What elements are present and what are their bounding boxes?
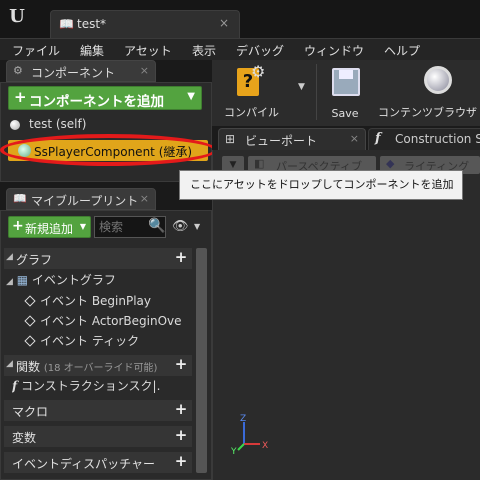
event-diamond-icon (24, 335, 36, 347)
event-diamond-icon (24, 315, 36, 327)
components-icon: ⚙ (13, 64, 23, 77)
save-button[interactable]: Save (316, 62, 374, 122)
add-function-button[interactable]: + (174, 357, 188, 372)
graphs-section[interactable]: ◢ グラフ + (4, 248, 192, 269)
compile-button[interactable]: ? ⚙ コンパイル (220, 62, 290, 122)
menu-view[interactable]: 表示 (192, 42, 216, 59)
variables-section[interactable]: 変数 + (4, 426, 192, 447)
section-label: 変数 (12, 431, 37, 445)
component-item-label: test (self) (29, 117, 87, 131)
collapse-triangle-icon: ◢ (6, 252, 13, 262)
event-actor-begin-overlap[interactable]: イベント ActorBeginOve (18, 312, 188, 332)
functions-label: 関数 (16, 360, 41, 374)
menu-window[interactable]: ウィンドウ (304, 42, 364, 59)
tab-construction-script[interactable]: f Construction Sc (368, 128, 480, 150)
menu-edit[interactable]: 編集 (80, 42, 104, 59)
scrollbar[interactable] (196, 248, 207, 473)
magnifier-icon (424, 66, 452, 94)
my-blueprint-panel-tab[interactable]: 📖 マイブループリント × (6, 188, 156, 210)
sphere-icon (10, 120, 20, 130)
component-item-self[interactable]: test (self) (8, 116, 208, 134)
viewport-tab-label: ビューポート (245, 134, 318, 148)
add-component-label: コンポーネントを追加 (29, 94, 164, 110)
new-add-label: 新規追加 (25, 222, 74, 236)
construction-tab-label: Construction Sc (395, 132, 480, 146)
content-browser-label: コンテンツブラウザ (378, 106, 477, 119)
my-blueprint-title: マイブループリント (31, 194, 139, 208)
tab-viewport[interactable]: ⊞ ビューポート × (218, 128, 366, 150)
chevron-down-icon[interactable]: ▼ (194, 222, 200, 231)
blueprint-book-icon: 📖 (13, 192, 27, 205)
viewport-icon: ⊞ (225, 132, 236, 146)
chevron-down-icon[interactable]: ▼ (298, 82, 305, 92)
gear-icon: ⚙ (251, 62, 266, 81)
function-icon: ƒ (12, 379, 18, 393)
components-panel-title: コンポーネント (31, 66, 116, 80)
event-graph-label: イベントグラフ (31, 273, 116, 287)
z-axis-label: Z (240, 414, 246, 424)
menu-help[interactable]: ヘルプ (384, 42, 420, 59)
unreal-logo-icon: U (9, 6, 25, 27)
axis-gizmo: Z X Y (230, 414, 268, 455)
content-browser-button[interactable]: コンテンツブラウザ (376, 62, 480, 122)
graph-icon: ▦ (16, 273, 29, 287)
document-tab[interactable]: 📖 test* × (50, 10, 240, 38)
add-component-button[interactable]: + コンポーネントを追加 ▼ (8, 86, 202, 110)
functions-count: (18 オーバーライド可能) (43, 363, 158, 374)
section-label: イベントディスパッチャー (12, 457, 156, 471)
x-axis-label: X (262, 441, 268, 451)
construction-script-label: コンストラクションスク|. (21, 379, 161, 393)
event-dispatchers-section[interactable]: イベントディスパッチャー + (4, 452, 192, 473)
section-label: 関数 (18 オーバーライド可能) (16, 358, 157, 375)
event-label: イベント ActorBeginOve (40, 314, 182, 328)
lighting-icon: ◆ (386, 157, 395, 170)
compile-label: コンパイル (224, 106, 279, 119)
chevron-down-icon: ▼ (79, 222, 86, 231)
chevron-down-icon: ▼ (187, 91, 195, 102)
menu-file[interactable]: ファイル (12, 42, 60, 59)
blueprint-book-icon: 📖 (59, 17, 74, 31)
construction-script-item[interactable]: ƒ コンストラクションスク|. (12, 377, 182, 397)
add-variable-button[interactable]: + (174, 428, 188, 443)
highlight-ellipse (0, 134, 217, 166)
y-axis-line (237, 443, 245, 451)
close-icon[interactable]: × (140, 64, 149, 77)
search-icon[interactable]: 🔍 (148, 218, 165, 234)
event-begin-play[interactable]: イベント BeginPlay (18, 292, 188, 312)
plus-icon: + (14, 88, 27, 106)
event-label: イベント ティック (40, 334, 140, 348)
document-tab-label: test* (77, 17, 107, 31)
add-graph-button[interactable]: + (174, 250, 188, 265)
drop-hint-tooltip: ここにアセットをドロップしてコンポーネントを追加 (179, 170, 463, 200)
close-icon[interactable]: × (219, 16, 229, 30)
new-add-button[interactable]: + 新規追加 ▼ (8, 216, 91, 238)
plus-icon: + (12, 218, 24, 234)
save-icon (332, 68, 360, 96)
section-label: グラフ (16, 253, 53, 267)
section-label: マクロ (12, 405, 49, 419)
event-tick[interactable]: イベント ティック (18, 332, 188, 352)
event-graph-item[interactable]: ◢ ▦ イベントグラフ (6, 271, 176, 291)
collapse-triangle-icon: ◢ (6, 359, 13, 369)
function-icon: f (375, 131, 381, 146)
components-panel-tab[interactable]: ⚙ コンポーネント × (6, 60, 156, 82)
add-macro-button[interactable]: + (174, 402, 188, 417)
close-icon[interactable]: × (140, 192, 149, 205)
camera-icon: ◧ (254, 157, 265, 170)
menu-bar: ファイル 編集 アセット 表示 デバッグ ウィンドウ ヘルプ (0, 38, 480, 60)
collapse-triangle-icon: ◢ (6, 277, 13, 287)
event-diamond-icon (24, 295, 36, 307)
event-label: イベント BeginPlay (40, 294, 152, 308)
macros-section[interactable]: マクロ + (4, 400, 192, 421)
add-dispatcher-button[interactable]: + (174, 454, 188, 469)
eye-icon[interactable]: 👁 (172, 219, 189, 234)
functions-section[interactable]: ◢ 関数 (18 オーバーライド可能) + (4, 355, 192, 376)
save-label: Save (331, 107, 359, 120)
close-icon[interactable]: × (350, 132, 359, 145)
menu-asset[interactable]: アセット (124, 42, 172, 59)
menu-debug[interactable]: デバッグ (236, 42, 284, 59)
y-axis-label: Y (230, 447, 237, 455)
